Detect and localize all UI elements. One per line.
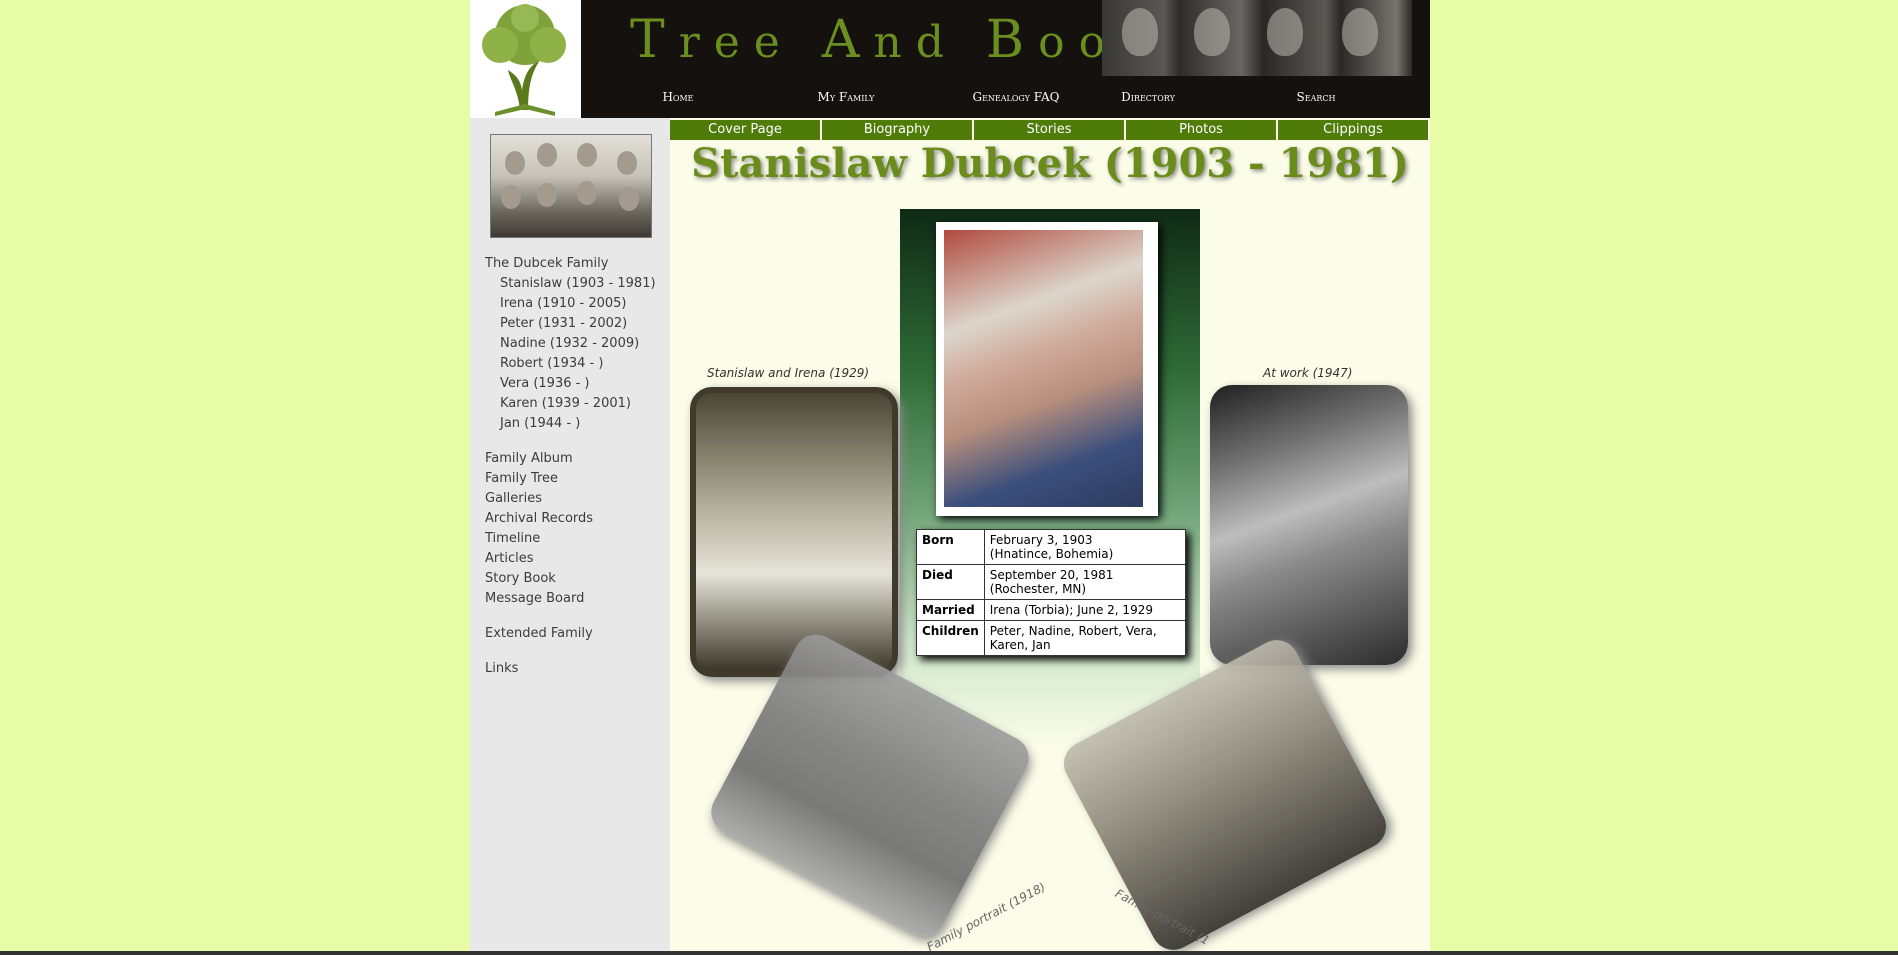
at-work-photo[interactable]: [1210, 385, 1408, 665]
sidebar-link-story-book[interactable]: Story Book: [485, 569, 656, 589]
tree-logo[interactable]: [470, 0, 581, 118]
sidebar-link-articles[interactable]: Articles: [485, 549, 656, 569]
site-title-initial: B: [985, 10, 1039, 70]
sidebar-nav: The Dubcek Family Stanislaw (1903 - 1981…: [485, 254, 656, 679]
info-value: Peter, Nadine, Robert, Vera, Karen, Jan: [983, 620, 1187, 656]
site-title-word-rest: nd: [873, 17, 958, 68]
nav-directory[interactable]: Directory: [1121, 90, 1175, 104]
sidebar-member-link[interactable]: Karen (1939 - 2001): [485, 394, 656, 414]
sidebar-member-link[interactable]: Vera (1936 - ): [485, 374, 656, 394]
table-row: Children Peter, Nadine, Robert, Vera, Ka…: [916, 620, 1187, 656]
info-value-line: February 3, 1903: [989, 533, 1093, 547]
page: Tree And Book Home My Family Genealogy F…: [470, 0, 1430, 955]
photo-figure: [577, 143, 597, 167]
photo-figure: [501, 185, 521, 209]
tab-stories[interactable]: Stories: [974, 120, 1126, 140]
photo-figure: [537, 143, 557, 167]
sidebar-member-link[interactable]: Nadine (1932 - 2009): [485, 334, 656, 354]
caption-work: At work (1947): [1263, 366, 1353, 380]
info-value-line: Irena (Torbia); June 2, 1929: [989, 603, 1153, 617]
sidebar-link-family-tree[interactable]: Family Tree: [485, 469, 656, 489]
header-photo-face: [1122, 8, 1158, 56]
info-value-line: (Rochester, MN): [989, 582, 1087, 596]
info-label: Children: [916, 620, 985, 656]
portrait-image: [944, 230, 1143, 507]
sidebar-link-message-board[interactable]: Message Board: [485, 589, 656, 609]
info-value-line: (Hnatince, Bohemia): [989, 547, 1114, 561]
nav-search[interactable]: Search: [1297, 90, 1336, 104]
family-group-photo[interactable]: [490, 134, 652, 238]
sub-tabs: Cover Page Biography Stories Photos Clip…: [670, 120, 1430, 140]
info-value: Irena (Torbia); June 2, 1929: [983, 599, 1187, 621]
photo-figure: [577, 181, 597, 205]
main-portrait-photo[interactable]: [936, 222, 1158, 516]
sidebar-member-link[interactable]: Robert (1934 - ): [485, 354, 656, 374]
info-value-line: Karen, Jan: [989, 638, 1051, 652]
site-title-word-rest: ree: [678, 17, 794, 68]
sidebar-link-links[interactable]: Links: [485, 659, 656, 679]
bottom-edge-bar: [0, 951, 1898, 955]
info-value-line: September 20, 1981: [989, 568, 1114, 582]
info-label: Died: [916, 564, 985, 600]
sidebar-link-archival-records[interactable]: Archival Records: [485, 509, 656, 529]
nav-my-family[interactable]: My Family: [818, 90, 875, 104]
tab-photos[interactable]: Photos: [1126, 120, 1278, 140]
info-label: Born: [916, 529, 985, 565]
sidebar-link-extended-family[interactable]: Extended Family: [485, 624, 656, 644]
header-photo-face: [1194, 8, 1230, 56]
tree-logo-icon: [482, 4, 566, 116]
sidebar-member-link[interactable]: Stanislaw (1903 - 1981): [485, 274, 656, 294]
header-photo-face: [1267, 8, 1303, 56]
sidebar-link-galleries[interactable]: Galleries: [485, 489, 656, 509]
caption-wedding: Stanislaw and Irena (1929): [707, 366, 870, 380]
info-value: September 20, 1981 (Rochester, MN): [983, 564, 1187, 600]
wedding-photo[interactable]: [690, 387, 898, 677]
header-family-photos: [1102, 0, 1412, 76]
tab-biography[interactable]: Biography: [822, 120, 974, 140]
header-photo-face: [1342, 8, 1378, 56]
nav-genealogy-faq[interactable]: Genealogy FAQ: [972, 90, 1059, 104]
photo-figure: [505, 151, 525, 175]
sidebar: The Dubcek Family Stanislaw (1903 - 1981…: [470, 118, 670, 955]
site-header: Tree And Book Home My Family Genealogy F…: [470, 0, 1430, 118]
tab-clippings[interactable]: Clippings: [1278, 120, 1430, 140]
table-row: Married Irena (Torbia); June 2, 1929: [916, 599, 1187, 621]
sidebar-member-link[interactable]: Irena (1910 - 2005): [485, 294, 656, 314]
vital-info-table: Born February 3, 1903 (Hnatince, Bohemia…: [916, 529, 1187, 656]
photo-figure: [537, 183, 557, 207]
nav-home[interactable]: Home: [662, 90, 693, 104]
sidebar-member-link[interactable]: Jan (1944 - ): [485, 414, 656, 434]
info-value: February 3, 1903 (Hnatince, Bohemia): [983, 529, 1187, 565]
site-title-initial: T: [630, 10, 679, 70]
photo-figure: [619, 187, 639, 211]
sidebar-member-link[interactable]: Peter (1931 - 2002): [485, 314, 656, 334]
sidebar-link-family-album[interactable]: Family Album: [485, 449, 656, 469]
site-title[interactable]: Tree And Book: [630, 10, 1160, 70]
site-title-initial: A: [821, 10, 874, 70]
sidebar-family-heading[interactable]: The Dubcek Family: [485, 254, 656, 274]
table-row: Born February 3, 1903 (Hnatince, Bohemia…: [916, 529, 1187, 565]
sidebar-link-timeline[interactable]: Timeline: [485, 529, 656, 549]
top-nav: Home My Family Genealogy FAQ Directory S…: [581, 88, 1430, 112]
photo-figure: [617, 151, 637, 175]
table-row: Died September 20, 1981 (Rochester, MN): [916, 564, 1187, 600]
info-label: Married: [916, 599, 985, 621]
page-title: Stanislaw Dubcek (1903 - 1981): [691, 140, 1409, 187]
info-value-line: Peter, Nadine, Robert, Vera,: [989, 624, 1157, 638]
tab-cover-page[interactable]: Cover Page: [670, 120, 822, 140]
